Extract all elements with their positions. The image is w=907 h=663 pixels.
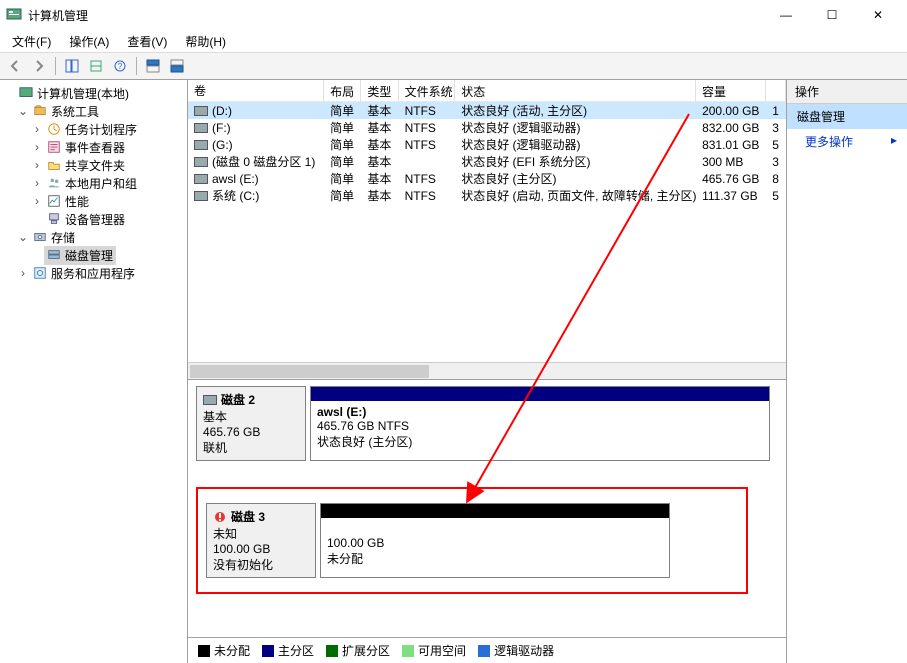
help-button[interactable]: ? [109, 55, 131, 77]
titlebar: 计算机管理 — ☐ ✕ [0, 0, 907, 30]
actions-more[interactable]: 更多操作 ▸ [787, 129, 907, 154]
tree-device-manager[interactable]: 设备管理器 [2, 210, 185, 228]
menu-file[interactable]: 文件(F) [4, 31, 59, 52]
disk-row-2[interactable]: 磁盘 2 基本 465.76 GB 联机 awsl (E:) 465.76 GB… [196, 386, 778, 461]
actions-category[interactable]: 磁盘管理 [787, 104, 907, 129]
nav-tree[interactable]: 计算机管理(本地) ⌄ 系统工具 ›任务计划程序 ›事件查看器 ›共享文件夹 ›… [0, 80, 188, 663]
disk-row-3[interactable]: 磁盘 3 未知 100.00 GB 没有初始化 100.00 GB 未分 [206, 503, 718, 578]
maximize-button[interactable]: ☐ [809, 0, 855, 30]
volume-row[interactable]: (F:)简单基本NTFS状态良好 (逻辑驱动器)832.00 GB3 [188, 119, 786, 136]
disk-graphical-area[interactable]: 磁盘 2 基本 465.76 GB 联机 awsl (E:) 465.76 GB… [188, 380, 786, 663]
center-panel: 卷 布局 类型 文件系统 状态 容量 (D:)简单基本NTFS状态良好 (活动,… [188, 80, 787, 663]
volume-icon [194, 106, 208, 116]
refresh-button[interactable] [85, 55, 107, 77]
volume-icon [194, 140, 208, 150]
sw-logical [478, 645, 490, 657]
col-volume[interactable]: 卷 [188, 80, 324, 101]
menu-action[interactable]: 操作(A) [61, 31, 117, 52]
minimize-button[interactable]: — [763, 0, 809, 30]
legend: 未分配 主分区 扩展分区 可用空间 逻辑驱动器 [188, 637, 786, 663]
volume-icon [194, 191, 208, 201]
close-button[interactable]: ✕ [855, 0, 901, 30]
col-status[interactable]: 状态 [455, 80, 696, 101]
toolbar: ? [0, 52, 907, 80]
back-button[interactable] [4, 55, 26, 77]
volume-row[interactable]: (磁盘 0 磁盘分区 1)简单基本状态良好 (EFI 系统分区)300 MB3 [188, 153, 786, 170]
tree-system-tools[interactable]: ⌄ 系统工具 [2, 102, 185, 120]
tree-performance[interactable]: ›性能 [2, 192, 185, 210]
col-layout[interactable]: 布局 [324, 80, 361, 101]
sw-extended [326, 645, 338, 657]
forward-button[interactable] [28, 55, 50, 77]
col-capacity[interactable]: 容量 [696, 80, 766, 101]
volume-row[interactable]: awsl (E:)简单基本NTFS状态良好 (主分区)465.76 GB8 [188, 170, 786, 187]
window-title: 计算机管理 [28, 7, 88, 24]
view-top-button[interactable] [142, 55, 164, 77]
tree-shared-folders[interactable]: ›共享文件夹 [2, 156, 185, 174]
tree-services-apps[interactable]: ›服务和应用程序 [2, 264, 185, 282]
tree-task-scheduler[interactable]: ›任务计划程序 [2, 120, 185, 138]
tree-event-viewer[interactable]: ›事件查看器 [2, 138, 185, 156]
disk2-info[interactable]: 磁盘 2 基本 465.76 GB 联机 [196, 386, 306, 461]
col-last[interactable] [766, 80, 786, 101]
volume-row[interactable]: 系统 (C:)简单基本NTFS状态良好 (启动, 页面文件, 故障转储, 主分区… [188, 187, 786, 204]
menu-help[interactable]: 帮助(H) [177, 31, 234, 52]
volume-header[interactable]: 卷 布局 类型 文件系统 状态 容量 [188, 80, 786, 102]
annotation-red-box: 磁盘 3 未知 100.00 GB 没有初始化 100.00 GB 未分 [196, 487, 748, 594]
disk3-info[interactable]: 磁盘 3 未知 100.00 GB 没有初始化 [206, 503, 316, 578]
disk3-unallocated[interactable]: 100.00 GB 未分配 [320, 503, 670, 578]
tree-local-users[interactable]: ›本地用户和组 [2, 174, 185, 192]
details-view-button[interactable] [61, 55, 83, 77]
tree-root[interactable]: 计算机管理(本地) [2, 84, 185, 102]
app-icon [6, 7, 22, 23]
sw-primary [262, 645, 274, 657]
view-bottom-button[interactable] [166, 55, 188, 77]
volume-icon [194, 157, 208, 167]
disk2-partition-e[interactable]: awsl (E:) 465.76 GB NTFS 状态良好 (主分区) [310, 386, 770, 461]
warning-icon [213, 510, 227, 524]
volume-row[interactable]: (D:)简单基本NTFS状态良好 (活动, 主分区)200.00 GB1 [188, 102, 786, 119]
sw-unalloc [198, 645, 210, 657]
volume-icon [194, 174, 208, 184]
volume-icon [194, 123, 208, 133]
svg-text:?: ? [118, 62, 123, 71]
menubar: 文件(F) 操作(A) 查看(V) 帮助(H) [0, 30, 907, 52]
volume-row[interactable]: (G:)简单基本NTFS状态良好 (逻辑驱动器)831.01 GB5 [188, 136, 786, 153]
volume-hscroll[interactable] [188, 362, 786, 379]
tree-disk-management[interactable]: 磁盘管理 [2, 246, 185, 264]
sw-free [402, 645, 414, 657]
col-type[interactable]: 类型 [361, 80, 398, 101]
volume-list[interactable]: 卷 布局 类型 文件系统 状态 容量 (D:)简单基本NTFS状态良好 (活动,… [188, 80, 786, 380]
actions-header: 操作 [787, 80, 907, 104]
primary-stripe [311, 387, 769, 401]
menu-view[interactable]: 查看(V) [119, 31, 175, 52]
disk-icon [203, 395, 217, 405]
unallocated-stripe [321, 504, 669, 518]
col-filesystem[interactable]: 文件系统 [399, 80, 456, 101]
actions-panel: 操作 磁盘管理 更多操作 ▸ [787, 80, 907, 663]
tree-storage[interactable]: ⌄存储 [2, 228, 185, 246]
